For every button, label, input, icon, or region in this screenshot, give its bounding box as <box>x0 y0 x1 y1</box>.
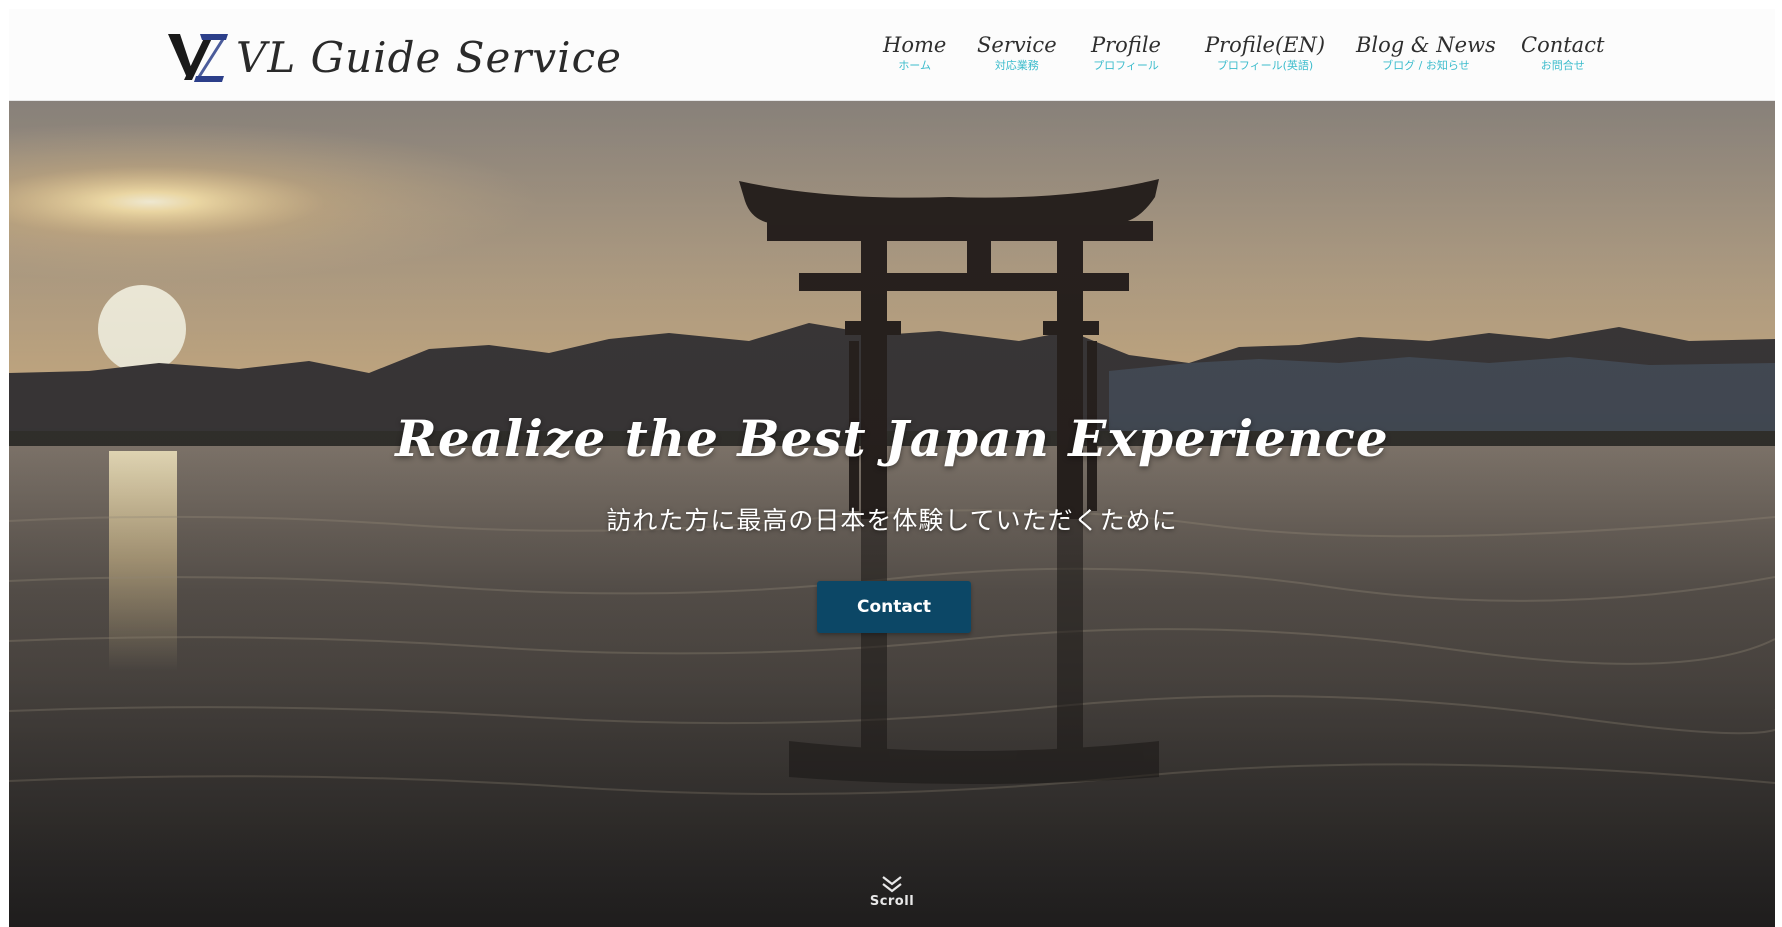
nav-label: Profile <box>1091 33 1161 57</box>
nav-item-contact[interactable]: Contact お問合せ <box>1521 33 1604 74</box>
nav-label: Contact <box>1521 33 1605 57</box>
scroll-label: Scroll <box>869 894 915 909</box>
hero-subtitle: 訪れた方に最高の日本を体験していただくために <box>606 506 1178 535</box>
nav-sublabel: お問合せ <box>1540 59 1585 72</box>
nav-label: Profile(EN) <box>1205 33 1326 57</box>
nav-item-profile[interactable]: Profile プロフィール <box>1091 33 1161 74</box>
nav-sublabel: 対応業務 <box>994 59 1039 72</box>
nav-item-blog-news[interactable]: Blog & News ブログ / お知らせ <box>1356 33 1496 74</box>
page-frame: VL Guide Service Home ホーム Service 対応業務 P… <box>9 9 1775 927</box>
nav-item-home[interactable]: Home ホーム <box>883 33 946 74</box>
nav-item-profile-en[interactable]: Profile(EN) プロフィール(英語) <box>1205 33 1325 74</box>
hero-title: Realize the Best Japan Experience <box>395 409 1389 468</box>
nav-sublabel: ブログ / お知らせ <box>1382 59 1470 72</box>
site-header: VL Guide Service Home ホーム Service 対応業務 P… <box>9 9 1775 101</box>
hero-section: Realize the Best Japan Experience 訪れた方に最… <box>9 101 1775 927</box>
main-nav: Home ホーム Service 対応業務 Profile プロフィール Pro… <box>9 33 1775 83</box>
nav-item-service[interactable]: Service 対応業務 <box>977 33 1057 74</box>
nav-sublabel: プロフィール(英語) <box>1216 59 1314 72</box>
nav-sublabel: プロフィール <box>1093 59 1159 72</box>
nav-label: Service <box>977 33 1057 57</box>
nav-label: Blog & News <box>1356 33 1496 57</box>
nav-sublabel: ホーム <box>898 59 931 72</box>
scroll-indicator[interactable]: Scroll <box>862 875 922 909</box>
double-chevron-down-icon <box>882 876 902 893</box>
nav-label: Home <box>883 33 947 57</box>
contact-button[interactable]: Contact <box>817 581 971 633</box>
